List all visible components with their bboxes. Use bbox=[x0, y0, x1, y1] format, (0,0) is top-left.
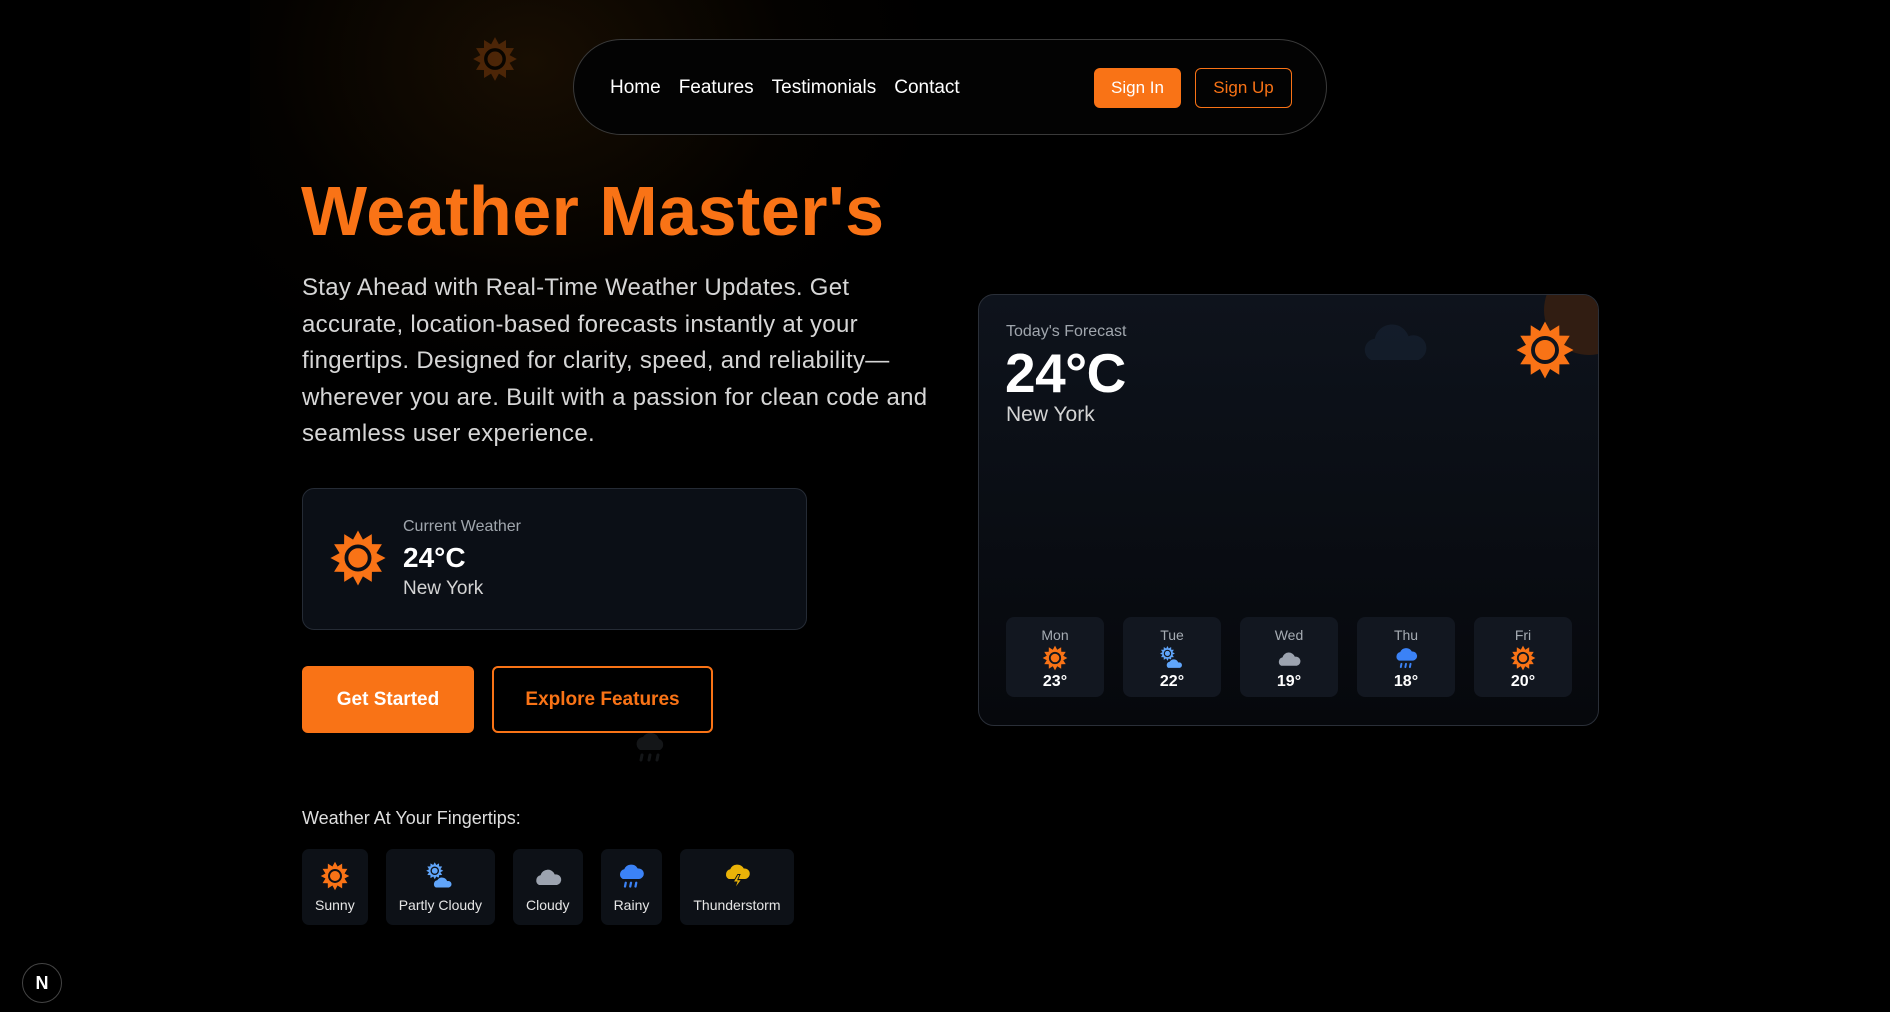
day-temp: 22° bbox=[1159, 673, 1185, 690]
background-sun-icon bbox=[473, 37, 517, 81]
partly-cloudy-icon bbox=[426, 862, 453, 889]
background-rain-icon bbox=[636, 732, 664, 762]
day-name: Mon bbox=[1041, 627, 1069, 643]
weather-chip-label: Partly Cloudy bbox=[398, 897, 482, 913]
hero-title: Weather Master's bbox=[301, 172, 885, 250]
next-logo-badge[interactable]: N bbox=[22, 963, 62, 1003]
hero-description: Stay Ahead with Real-Time Weather Update… bbox=[302, 274, 928, 447]
sun-icon bbox=[1042, 645, 1068, 671]
weather-chip-label: Thunderstorm bbox=[693, 897, 781, 913]
sun-icon bbox=[330, 530, 386, 586]
weather-chip-sunny[interactable]: Sunny bbox=[302, 849, 368, 925]
current-weather-temp: 24°C bbox=[403, 542, 466, 573]
sign-up-button[interactable]: Sign Up bbox=[1195, 68, 1292, 108]
day-temp: 18° bbox=[1393, 673, 1419, 690]
nav-link-home[interactable]: Home bbox=[610, 77, 661, 99]
day-name: Fri bbox=[1514, 627, 1532, 643]
weather-chip-thunderstorm[interactable]: Thunderstorm bbox=[680, 849, 794, 925]
nav-link-contact[interactable]: Contact bbox=[894, 77, 959, 99]
rain-icon bbox=[1396, 648, 1418, 669]
forecast-label: Today's Forecast bbox=[1006, 323, 1127, 340]
nav-link-features[interactable]: Features bbox=[679, 77, 754, 99]
nav-link-testimonials[interactable]: Testimonials bbox=[772, 77, 877, 99]
current-weather-card: Current Weather 24°C New York bbox=[302, 488, 807, 630]
rain-icon bbox=[620, 864, 645, 888]
forecast-day-wed: Wed 19° bbox=[1240, 617, 1338, 697]
sign-in-button[interactable]: Sign In bbox=[1094, 68, 1181, 108]
background-cloud-icon bbox=[1364, 324, 1427, 360]
current-weather-label: Current Weather bbox=[403, 518, 521, 535]
weather-types-list: Sunny Partly Cloudy Cloudy Rainy Thunder… bbox=[302, 849, 794, 925]
forecast-day-tue: Tue 22° bbox=[1123, 617, 1221, 697]
get-started-button[interactable]: Get Started bbox=[302, 666, 474, 733]
forecast-temp: 24°C bbox=[1005, 342, 1126, 404]
fingertips-title: Weather At Your Fingertips: bbox=[302, 808, 521, 828]
day-temp: 19° bbox=[1276, 673, 1302, 690]
day-name: Tue bbox=[1160, 627, 1184, 643]
weather-chip-cloudy[interactable]: Cloudy bbox=[512, 849, 583, 925]
forecast-day-thu: Thu 18° bbox=[1357, 617, 1455, 697]
sun-icon bbox=[320, 861, 350, 891]
sun-icon bbox=[1516, 321, 1574, 379]
weather-chip-rainy[interactable]: Rainy bbox=[600, 849, 663, 925]
thunderstorm-icon bbox=[725, 864, 750, 890]
day-temp: 23° bbox=[1042, 673, 1068, 690]
current-weather-city: New York bbox=[403, 578, 484, 599]
daily-forecast-list: Mon 23° Tue 22° Wed 19° Thu 18° Fri 20° bbox=[1006, 617, 1572, 697]
cloud-icon bbox=[1278, 652, 1301, 666]
explore-features-button[interactable]: Explore Features bbox=[492, 666, 713, 733]
nav-links: Home Features Testimonials Contact bbox=[610, 40, 960, 136]
partly-cloudy-icon bbox=[1160, 646, 1183, 669]
weather-chip-label: Cloudy bbox=[525, 897, 570, 913]
day-name: Thu bbox=[1393, 627, 1419, 643]
sun-icon bbox=[1510, 645, 1536, 671]
forecast-city: New York bbox=[1006, 403, 1095, 426]
forecast-card: Today's Forecast 24°C New York Mon 23° T… bbox=[978, 294, 1599, 726]
forecast-day-fri: Fri 20° bbox=[1474, 617, 1572, 697]
weather-chip-label: Rainy bbox=[613, 897, 650, 913]
cloud-icon bbox=[536, 869, 562, 885]
weather-chip-label: Sunny bbox=[315, 897, 355, 913]
weather-chip-partly-cloudy[interactable]: Partly Cloudy bbox=[385, 849, 495, 925]
navbar: Home Features Testimonials Contact Sign … bbox=[573, 39, 1327, 135]
day-temp: 20° bbox=[1510, 673, 1536, 690]
forecast-day-mon: Mon 23° bbox=[1006, 617, 1104, 697]
day-name: Wed bbox=[1274, 627, 1304, 643]
